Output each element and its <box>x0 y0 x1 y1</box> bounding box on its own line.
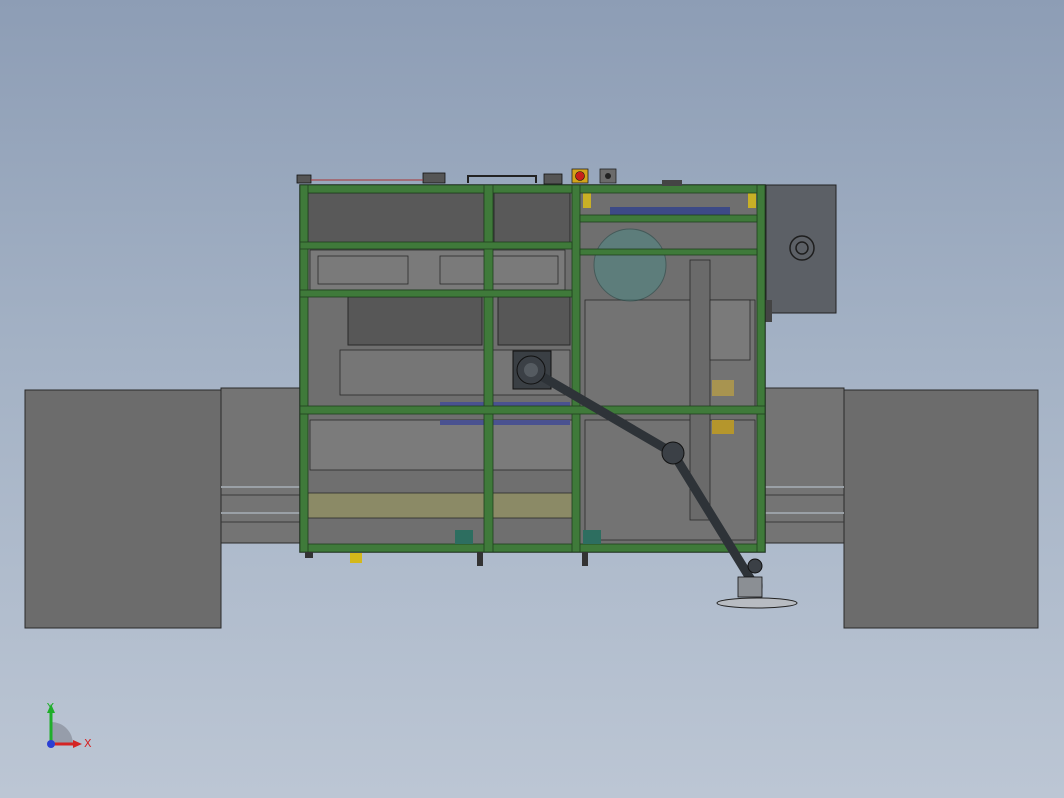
graphics-viewport[interactable]: X Y <box>0 0 1064 798</box>
x-axis-label: X <box>84 737 92 750</box>
left-outrigger[interactable] <box>24 387 302 629</box>
y-axis-label: Y <box>46 701 54 714</box>
emergency-stop-button[interactable] <box>571 168 589 184</box>
electrical-enclosure[interactable] <box>764 184 837 322</box>
vacuum-gripper[interactable] <box>716 597 798 609</box>
turntable <box>593 228 667 302</box>
coordinate-triad: X Y <box>46 701 92 750</box>
right-outrigger[interactable] <box>763 387 1039 629</box>
cad-model-view[interactable]: X Y <box>0 0 1064 798</box>
top-fixtures <box>296 172 682 186</box>
blue-rail-mid-2 <box>440 420 570 425</box>
z-axis-dot <box>47 740 55 748</box>
selector-switch[interactable] <box>599 168 617 184</box>
